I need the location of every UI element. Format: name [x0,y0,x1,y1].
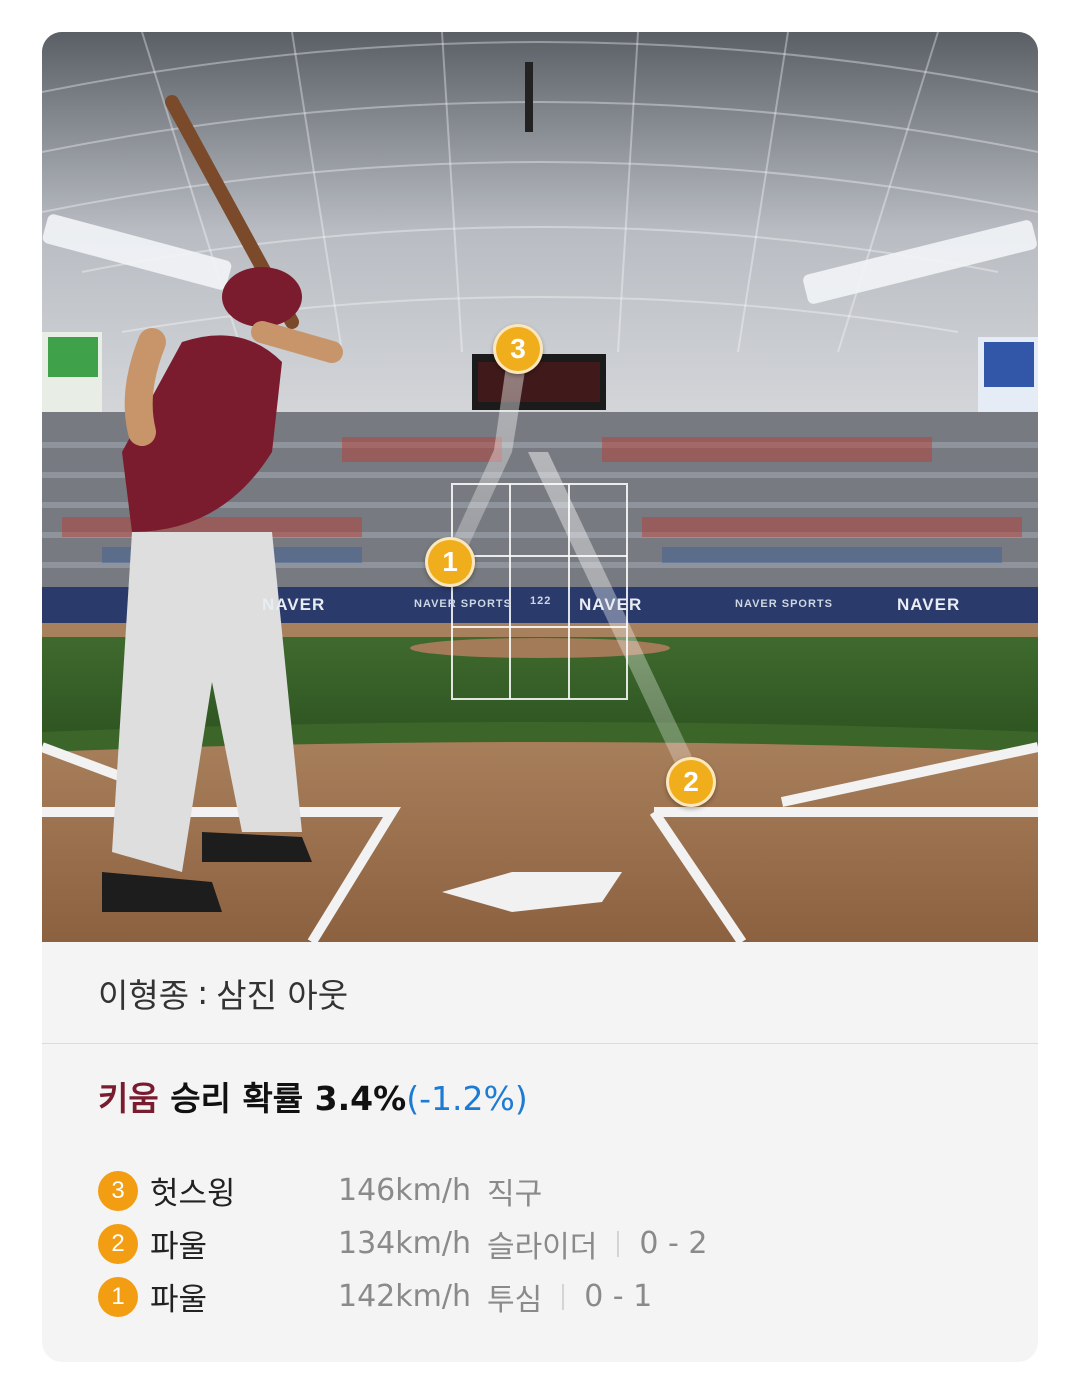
pitch-detail: 146km/h 직구 [338,1169,542,1213]
pitch-speed: 142km/h [338,1279,471,1314]
pitch-result: 헛스윙 [150,1176,236,1212]
list-item[interactable]: 2 파울 134km/h 슬라이더 0 - 2 [98,1217,998,1270]
pitch-marker-1[interactable]: 1 [425,537,475,587]
result-outcome: 삼진 아웃 [216,975,349,1015]
pitch-number-badge: 2 [98,1223,138,1264]
stadium-illustration: NAVER NAVER SPORTS 122 NAVER NAVER SPORT… [42,32,1038,942]
win-probability-delta: (-1.2%) [406,1079,528,1118]
batter-name: 이형종 [98,975,190,1015]
pitch-type: 투심 [486,1282,543,1318]
pitch-speed: 146km/h [338,1173,471,1208]
ad-board-brand: NAVER [579,595,643,614]
pitch-count: 0 - 1 [584,1279,653,1314]
pitch-result: 파울 [150,1229,208,1265]
pitch-speed-board: 122 [530,595,552,607]
win-probability-label: 승리 확률 [170,1079,304,1118]
team-name: 키움 [98,1079,159,1118]
win-probability: 키움 승리 확률 3.4%(-1.2%) [98,1072,528,1120]
pitch-marker-2[interactable]: 2 [666,757,716,807]
pitch-type: 직구 [486,1176,543,1212]
ad-board-brand: NAVER SPORTS [414,598,512,610]
pitch-marker-3[interactable]: 3 [493,324,543,374]
win-probability-value: 3.4% [314,1079,407,1118]
pitch-number-badge: 3 [98,1170,138,1211]
ad-board-brand: NAVER [897,595,961,614]
list-item[interactable]: 1 파울 142km/h 투심 0 - 1 [98,1270,998,1323]
pitch-detail: 134km/h 슬라이더 0 - 2 [338,1222,707,1266]
pitch-detail: 142km/h 투심 0 - 1 [338,1275,652,1319]
stadium-scene [42,32,1038,942]
pitch-speed: 134km/h [338,1226,471,1261]
pitch-type: 슬라이더 [486,1229,598,1265]
result-separator: : [197,973,209,1012]
pitch-list: 3 헛스윙 146km/h 직구 2 파울 134km/h 슬라이더 0 - 2… [98,1164,998,1323]
pitch-result-card: NAVER NAVER SPORTS 122 NAVER NAVER SPORT… [42,32,1038,1362]
divider [617,1230,620,1257]
divider [562,1283,565,1310]
pitch-number-badge: 1 [98,1276,138,1317]
pitch-count: 0 - 2 [639,1226,708,1261]
ad-board-brand: NAVER SPORTS [735,598,833,610]
ad-board-brand: NAVER [262,595,326,614]
at-bat-result: 이형종 : 삼진 아웃 [42,942,1038,1044]
pitch-result: 파울 [150,1282,208,1318]
list-item[interactable]: 3 헛스윙 146km/h 직구 [98,1164,998,1217]
